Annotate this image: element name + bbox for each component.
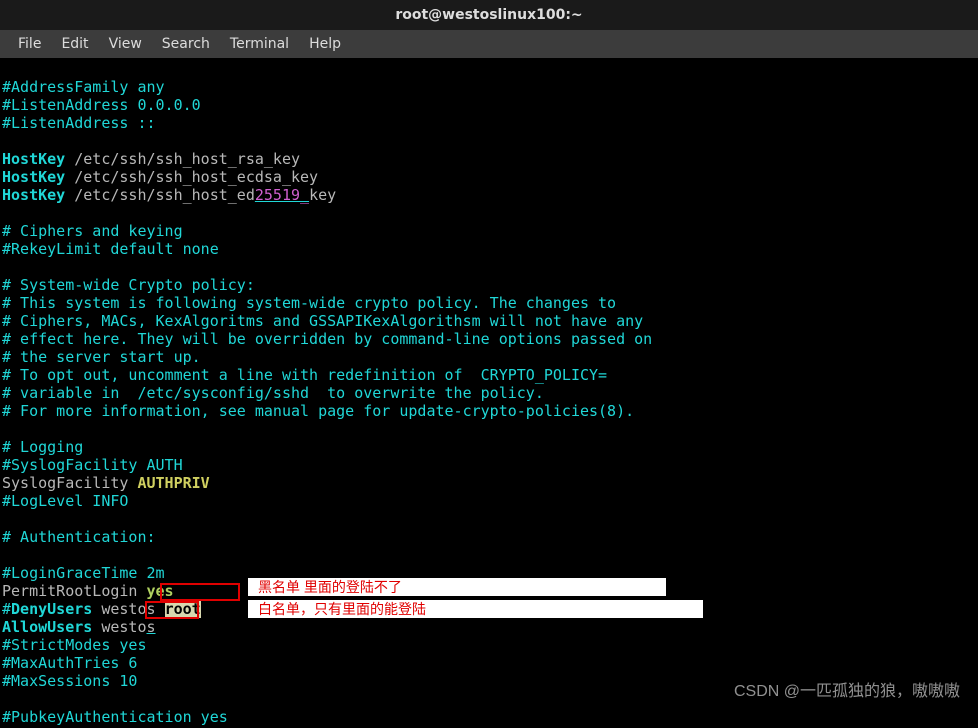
config-value: AUTHPRIV bbox=[137, 474, 209, 492]
config-key: HostKey bbox=[2, 150, 65, 168]
config-comment: # For more information, see manual page … bbox=[2, 402, 634, 420]
config-comment: #LogLevel INFO bbox=[2, 492, 128, 510]
menubar: File Edit View Search Terminal Help bbox=[0, 30, 978, 58]
config-key: HostKey bbox=[2, 168, 65, 186]
config-comment: #LoginGraceTime 2m bbox=[2, 564, 165, 582]
annotation-whitelist: 白名单，只有里面的能登陆 bbox=[248, 600, 703, 618]
config-comment: # variable in /etc/sysconfig/sshd to ove… bbox=[2, 384, 544, 402]
window-titlebar: root@westoslinux100:~ bbox=[0, 0, 978, 30]
config-value: /etc/ssh/ssh_host_rsa_key bbox=[65, 150, 300, 168]
watermark: CSDN @一匹孤独的狼，嗷嗷嗷 bbox=[734, 677, 960, 701]
config-value: /etc/ssh/ssh_host_ecdsa_key bbox=[65, 168, 318, 186]
config-comment: # Logging bbox=[2, 438, 83, 456]
config-comment: #RekeyLimit default none bbox=[2, 240, 219, 258]
config-key: PermitRootLogin bbox=[2, 582, 147, 600]
config-key: HostKey bbox=[2, 186, 65, 204]
menu-search[interactable]: Search bbox=[152, 36, 220, 52]
highlight-box-deny bbox=[160, 583, 240, 601]
config-value: key bbox=[309, 186, 336, 204]
config-line: #AddressFamily any bbox=[2, 78, 165, 96]
config-value: westo bbox=[92, 618, 146, 636]
config-comment: # Ciphers, MACs, KexAlgoritms and GSSAPI… bbox=[2, 312, 643, 330]
config-line: #ListenAddress 0.0.0.0 bbox=[2, 96, 201, 114]
terminal-content[interactable]: #AddressFamily any #ListenAddress 0.0.0.… bbox=[0, 58, 978, 728]
config-num: 25519_ bbox=[255, 186, 309, 204]
config-comment: # effect here. They will be overridden b… bbox=[2, 330, 652, 348]
config-comment: # System-wide Crypto policy: bbox=[2, 276, 255, 294]
config-comment: #MaxAuthTries 6 bbox=[2, 654, 137, 672]
config-comment: #PubkeyAuthentication yes bbox=[2, 708, 228, 726]
config-comment: # This system is following system-wide c… bbox=[2, 294, 616, 312]
config-comment: # the server start up. bbox=[2, 348, 201, 366]
config-value: /etc/ssh/ssh_host_ed bbox=[65, 186, 255, 204]
config-hash: # bbox=[2, 600, 11, 618]
menu-view[interactable]: View bbox=[99, 36, 152, 52]
annotation-blacklist: 黑名单 里面的登陆不了 bbox=[248, 578, 666, 596]
config-key: SyslogFacility bbox=[2, 474, 137, 492]
config-comment: # To opt out, uncomment a line with rede… bbox=[2, 366, 607, 384]
menu-edit[interactable]: Edit bbox=[51, 36, 98, 52]
config-comment: #MaxSessions 10 bbox=[2, 672, 137, 690]
menu-terminal[interactable]: Terminal bbox=[220, 36, 299, 52]
config-value: s bbox=[147, 618, 156, 636]
config-comment: #StrictModes yes bbox=[2, 636, 147, 654]
config-key: AllowUsers bbox=[2, 618, 92, 636]
config-comment: #SyslogFacility AUTH bbox=[2, 456, 183, 474]
config-comment: # Authentication: bbox=[2, 528, 156, 546]
config-comment: # Ciphers and keying bbox=[2, 222, 183, 240]
menu-file[interactable]: File bbox=[8, 36, 51, 52]
config-key: DenyUsers bbox=[11, 600, 92, 618]
highlight-box-allow bbox=[145, 601, 199, 619]
config-line: #ListenAddress :: bbox=[2, 114, 156, 132]
window-title: root@westoslinux100:~ bbox=[395, 7, 582, 23]
menu-help[interactable]: Help bbox=[299, 36, 351, 52]
